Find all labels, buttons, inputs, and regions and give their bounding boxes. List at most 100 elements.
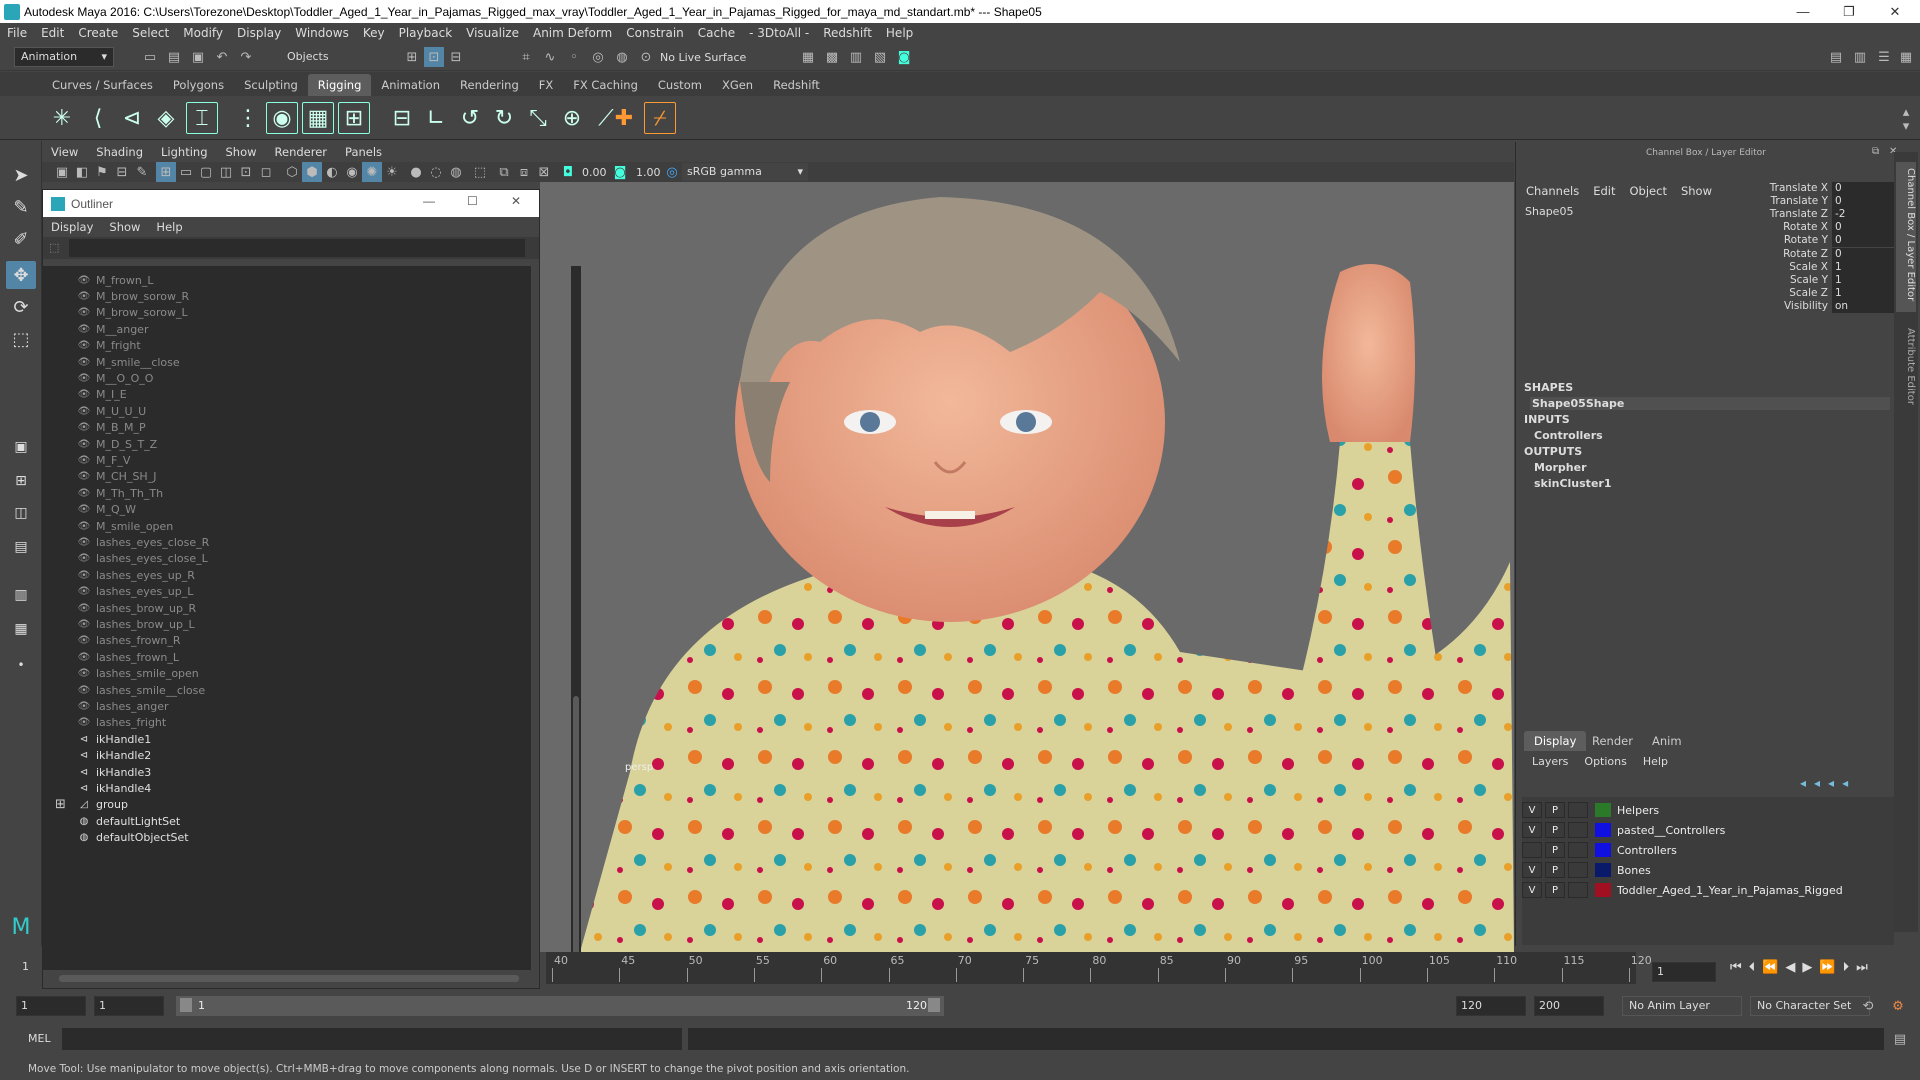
outliner-close-button[interactable]: ✕ (511, 194, 521, 208)
image-plane-icon[interactable]: ⊟ (112, 162, 132, 182)
lasso-tool-icon[interactable]: ✎ (6, 193, 36, 221)
outliner-search-input[interactable] (69, 239, 525, 257)
layer-row[interactable]: V Ppasted__Controllers (1522, 820, 1894, 840)
layer-playback-toggle[interactable]: P (1545, 822, 1565, 838)
panel-menu-panels[interactable]: Panels (336, 145, 391, 159)
output-node-item[interactable]: skinCluster1 (1534, 477, 1611, 490)
menu-visualize[interactable]: Visualize (459, 26, 526, 40)
persp-outliner-icon[interactable]: ▤ (6, 533, 36, 561)
perspective-viewport[interactable]: persp (540, 182, 1514, 952)
menu-edit[interactable]: Edit (34, 26, 71, 40)
current-frame-field[interactable]: 1 (1652, 962, 1716, 982)
layer-playback-toggle[interactable]: P (1545, 802, 1565, 818)
snap-surface-icon[interactable]: ◍ (612, 47, 632, 67)
ik-handle-icon[interactable]: ⌶ (186, 102, 218, 134)
channel-menu-edit[interactable]: Edit (1579, 184, 1615, 198)
save-scene-icon[interactable]: ▣ (188, 47, 208, 67)
color-management-icon[interactable]: ◎ (662, 162, 682, 182)
panel-menu-renderer[interactable]: Renderer (266, 145, 337, 159)
paint-select-icon[interactable]: ✐ (6, 225, 36, 253)
wireframe-on-shaded-icon[interactable]: ◐ (322, 162, 342, 182)
shelf-tab-custom[interactable]: Custom (648, 74, 712, 96)
go-to-end-icon[interactable]: ⏭ (1856, 960, 1875, 975)
menu-display[interactable]: Display (230, 26, 288, 40)
channel-label[interactable]: Scale Y (1690, 274, 1828, 286)
input-node-item[interactable]: Controllers (1534, 429, 1603, 442)
two-view-icon[interactable]: ◫ (6, 499, 36, 527)
playback-start-field[interactable]: 1 (94, 996, 164, 1016)
channel-value-field[interactable]: on (1832, 299, 1894, 313)
layer-visibility-toggle[interactable]: V (1522, 882, 1542, 898)
panel-menu-view[interactable]: View (42, 145, 87, 159)
shape-node-item[interactable]: Shape05Shape (1530, 397, 1890, 410)
graph-editor-layout-icon[interactable]: ▥ (6, 581, 36, 609)
menu-create[interactable]: Create (71, 26, 125, 40)
make-live-icon[interactable]: ⊙ (636, 47, 656, 67)
channel-value-field[interactable]: 1 (1832, 260, 1894, 274)
layer-visibility-toggle[interactable]: V (1522, 822, 1542, 838)
hypershade-layout-icon[interactable]: ▦ (6, 615, 36, 643)
grid-icon[interactable]: ⊞ (156, 162, 176, 182)
character-set-dropdown[interactable]: No Character Set (1750, 996, 1870, 1016)
range-start-handle[interactable] (180, 998, 192, 1012)
playback-end-field[interactable]: 120 (1456, 996, 1526, 1016)
time-slider[interactable]: 40 45 50 55 60 65 70 75 80 85 90 95 100 105 110 115 120 … (540, 952, 1920, 988)
layer-visibility-toggle[interactable]: V (1522, 802, 1542, 818)
float-panel-icon[interactable]: ⧉ (1872, 146, 1879, 157)
ambient-occlusion-icon[interactable]: ● (406, 162, 426, 182)
select-component-icon[interactable]: ⊟ (446, 47, 466, 67)
bind-skin-icon[interactable]: ⋮ (232, 102, 264, 134)
layer-tool-icons[interactable]: ◂◂◂◂ (1800, 776, 1856, 790)
range-bar[interactable]: 1 120 (176, 996, 944, 1016)
field-chart-icon[interactable]: ⊡ (236, 162, 256, 182)
camera-icon[interactable]: ▣ (52, 162, 72, 182)
gamma-value[interactable]: 1.00 (636, 166, 661, 179)
channel-value-field[interactable]: 0 (1832, 195, 1894, 209)
redo-icon[interactable]: ↷ (236, 47, 256, 67)
insert-joint-icon[interactable]: ⟨ (82, 102, 114, 134)
undo-icon[interactable]: ↶ (212, 47, 232, 67)
four-view-icon[interactable]: ⊞ (6, 467, 36, 495)
outliner-minimize-button[interactable]: — (423, 194, 435, 208)
hik-icon[interactable]: ⌿ (644, 102, 676, 134)
selection-mode-dropdown[interactable]: Objects (280, 47, 376, 67)
channel-label[interactable]: Scale Z (1690, 287, 1828, 299)
single-view-icon[interactable]: ▣ (6, 433, 36, 461)
layer-visibility-toggle[interactable]: V (1522, 862, 1542, 878)
snap-grid-icon[interactable]: ⌗ (516, 47, 536, 67)
snap-point-icon[interactable]: ◦ (564, 47, 584, 67)
layer-playback-toggle[interactable]: P (1545, 862, 1565, 878)
step-back-key-icon[interactable]: ⏴ (1749, 960, 1763, 975)
animation-start-field[interactable]: 1 (16, 996, 86, 1016)
layer-playback-toggle[interactable]: P (1545, 882, 1565, 898)
textured-icon[interactable]: ◉ (342, 162, 362, 182)
menu-file[interactable]: File (0, 26, 34, 40)
play-forward-icon[interactable]: ▶ (1802, 960, 1819, 975)
gate-mask-icon[interactable]: ◫ (216, 162, 236, 182)
bookmark-icon[interactable]: ⚑ (92, 162, 112, 182)
locator-icon[interactable]: ✚ (608, 102, 640, 134)
grease-pencil-icon[interactable]: ✎ (132, 162, 152, 182)
layer-menu-help[interactable]: Help (1643, 755, 1684, 768)
channel-value-field[interactable]: -2 (1832, 208, 1894, 222)
layer-reference-toggle[interactable] (1568, 862, 1588, 878)
shelf-tab-rigging[interactable]: Rigging (307, 74, 372, 96)
menu-select[interactable]: Select (125, 26, 176, 40)
smooth-bind-icon[interactable]: ◉ (266, 102, 298, 134)
channel-label[interactable]: Visibility (1690, 300, 1828, 312)
play-back-icon[interactable]: ◀ (1785, 960, 1802, 975)
view-transform-dropdown[interactable]: sRGB gamma ▾ (682, 163, 808, 181)
step-forward-frame-icon[interactable]: ⏩ (1819, 960, 1842, 975)
channel-label[interactable]: Rotate X (1690, 221, 1828, 233)
channel-value-field[interactable]: 1 (1832, 286, 1894, 300)
channel-value-field[interactable]: 0 (1832, 247, 1894, 261)
outliner-horizontal-scrollbar[interactable] (49, 972, 529, 984)
layer-row[interactable]: V P Bones (1522, 860, 1894, 880)
shelf-tab-polygons[interactable]: Polygons (163, 74, 234, 96)
joint-tool-icon[interactable]: ✳ (46, 102, 78, 134)
step-forward-key-icon[interactable]: ⏵ (1843, 960, 1857, 975)
shelf-tab-curves-surfaces[interactable]: Curves / Surfaces (42, 74, 163, 96)
hypershade-icon[interactable]: ◙ (894, 47, 914, 67)
xray-active-icon[interactable]: ⊠ (534, 162, 554, 182)
select-object-icon[interactable]: ⊡ (424, 47, 444, 67)
